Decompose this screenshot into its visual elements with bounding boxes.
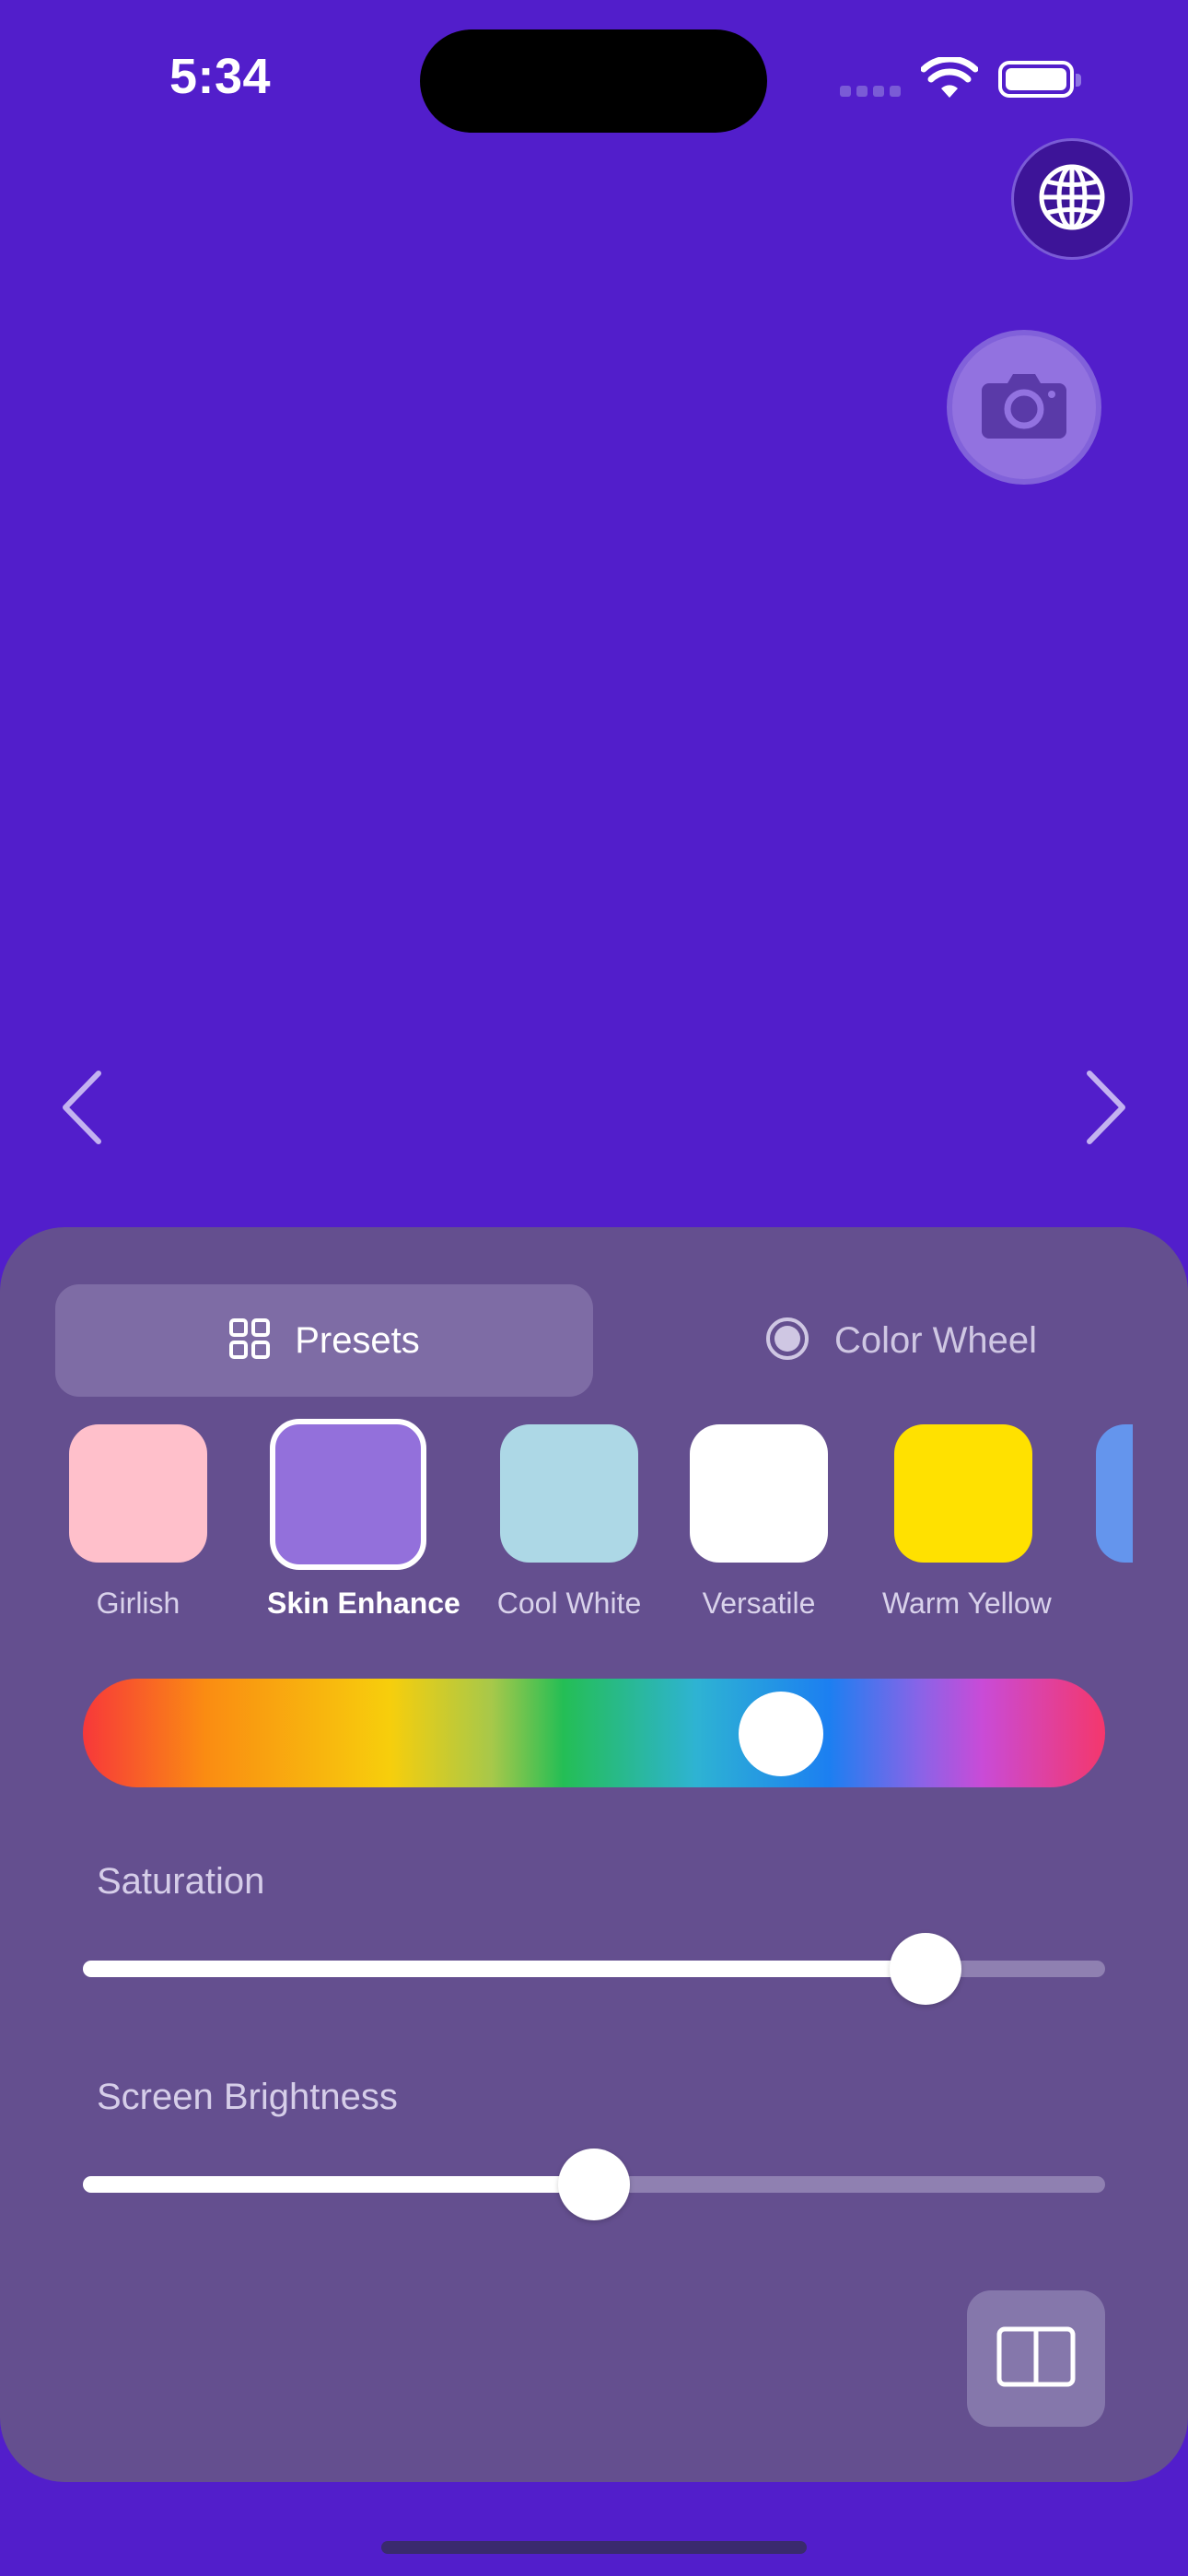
tab-color-wheel-label: Color Wheel [833, 1319, 1038, 1361]
cellular-signal-icon [840, 85, 906, 101]
radio-icon [764, 1316, 810, 1366]
brightness-label: Screen Brightness [97, 2077, 398, 2117]
brightness-fill [83, 2176, 594, 2193]
split-view-icon [996, 2326, 1076, 2392]
color-swatch [690, 1424, 828, 1563]
preset-warm-yellow[interactable]: Warm Yellow [882, 1424, 1052, 1621]
saturation-fill [83, 1961, 926, 1977]
color-swatch-selected [270, 1419, 426, 1570]
saturation-thumb[interactable] [890, 1933, 961, 2005]
preset-label: Warm Yellow [882, 1587, 1052, 1620]
brightness-thumb[interactable] [558, 2149, 630, 2220]
tab-presets-label: Presets [295, 1319, 420, 1361]
chevron-left-icon [58, 1070, 104, 1150]
hue-slider-thumb[interactable] [739, 1692, 823, 1776]
preset-skin-enhance[interactable]: Skin Enhance [267, 1419, 460, 1621]
chevron-right-icon [1084, 1070, 1130, 1150]
wifi-icon [920, 55, 979, 104]
preset-label: Skin Enhance [267, 1587, 460, 1620]
camera-icon [980, 370, 1068, 445]
language-button[interactable] [1011, 138, 1133, 260]
camera-button[interactable] [947, 330, 1101, 485]
preset-versatile[interactable]: Versatile [678, 1424, 840, 1621]
home-indicator [381, 2541, 807, 2554]
saturation-label: Saturation [97, 1861, 265, 1902]
preset-label: Cool White [496, 1587, 642, 1620]
color-swatch [894, 1424, 1032, 1563]
color-swatch [500, 1424, 638, 1563]
split-view-button[interactable] [967, 2290, 1105, 2427]
preset-partial[interactable] [1096, 1424, 1133, 1563]
preset-label: Versatile [702, 1587, 816, 1620]
hue-slider-track[interactable] [83, 1679, 1105, 1787]
tab-presets[interactable]: Presets [55, 1284, 593, 1397]
previous-color-button[interactable] [53, 1069, 109, 1150]
preset-girlish[interactable]: Girlish [57, 1424, 219, 1621]
grid-icon [228, 1317, 271, 1364]
preset-cool-white[interactable]: Cool White [488, 1424, 650, 1621]
dynamic-island [420, 29, 767, 133]
next-color-button[interactable] [1079, 1069, 1135, 1150]
globe-icon [1037, 162, 1107, 237]
color-swatch [69, 1424, 207, 1563]
status-time: 5:34 [169, 49, 272, 104]
preset-label: Girlish [96, 1587, 181, 1620]
battery-icon [998, 61, 1081, 98]
color-swatch [1096, 1424, 1133, 1563]
tab-color-wheel[interactable]: Color Wheel [632, 1284, 1170, 1397]
